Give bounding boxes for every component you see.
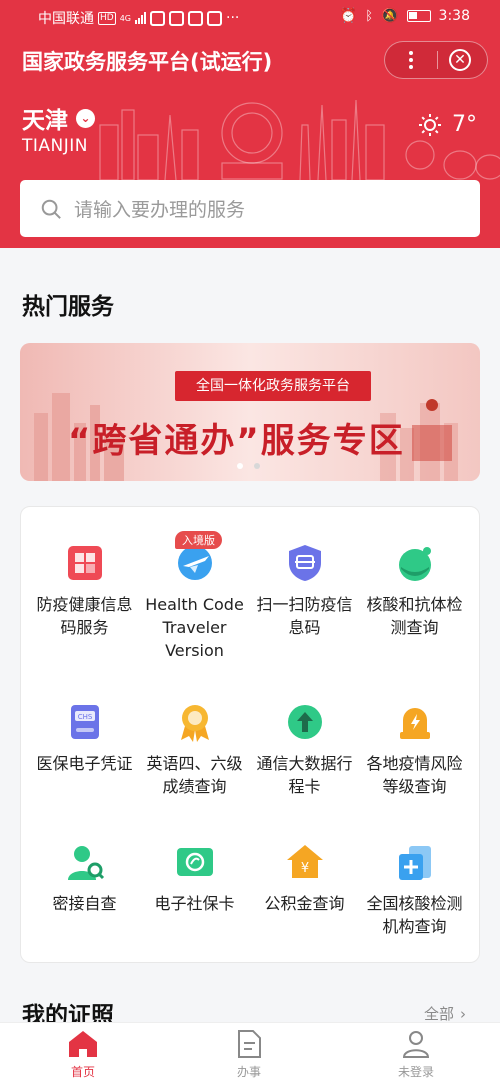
app-notification-icon (188, 10, 203, 26)
app-notification-icon (207, 10, 222, 26)
inbound-badge: 入境版 (175, 531, 222, 549)
carousel-dot (254, 463, 260, 469)
cross-province-banner[interactable]: 全国一体化政务服务平台 “跨省通办”服务专区 (20, 343, 480, 481)
search-placeholder: 请输入要办理的服务 (74, 199, 246, 221)
service-scan-code[interactable]: 扫一扫防疫信息码 (247, 543, 362, 639)
status-bar: 中国联通 HD 4G ··· ⏰ ᛒ 🔕 3:38 (0, 0, 500, 34)
app-notification-icon (169, 10, 184, 26)
banner-headline: “跨省通办”服务专区 (68, 421, 405, 461)
city-selector[interactable]: 天津 ⌄ (22, 101, 95, 135)
service-social-security-card[interactable]: 电子社保卡 (137, 842, 252, 915)
tab-home[interactable]: 首页 (43, 1029, 123, 1080)
tab-label: 首页 (70, 1065, 95, 1079)
medal-icon (175, 702, 215, 742)
service-label: 各地疫情风险等级查询 (366, 754, 463, 796)
svg-text:CHS: CHS (77, 713, 92, 721)
service-medical-insurance[interactable]: CHS 医保电子凭证 (27, 702, 142, 775)
search-icon (41, 199, 61, 219)
service-test-agencies[interactable]: 全国核酸检测机构查询 (357, 842, 472, 938)
tab-label: 办事 (236, 1065, 261, 1079)
signal-icon (135, 12, 146, 24)
carrier-name: 中国联通 (38, 11, 94, 27)
view-all-label: 全部 (424, 1005, 455, 1023)
weather: 7° (418, 112, 477, 137)
battery-icon (406, 10, 431, 22)
contact-person-icon (65, 842, 105, 882)
service-health-code[interactable]: 防疫健康信息码服务 (27, 543, 142, 639)
airplane-icon (175, 543, 215, 583)
housing-fund-icon: ¥ (285, 842, 325, 882)
warning-light-icon (395, 702, 435, 742)
carousel-dots (237, 463, 260, 469)
mute-icon: 🔕 (381, 8, 399, 24)
service-label: Health Code Traveler Version (145, 595, 244, 660)
service-cet-score[interactable]: 英语四、六级成绩查询 (137, 702, 252, 798)
network-type: 4G (119, 13, 131, 23)
more-menu-button[interactable] (385, 42, 437, 78)
alarm-icon: ⏰ (339, 8, 358, 24)
service-label: 医保电子凭证 (36, 754, 133, 773)
tab-label: 未登录 (397, 1065, 434, 1079)
tab-profile[interactable]: 未登录 (376, 1029, 456, 1080)
capsule-divider (437, 51, 438, 69)
service-label: 防疫健康信息码服务 (36, 595, 133, 637)
service-label: 全国核酸检测机构查询 (366, 894, 463, 936)
service-close-contact[interactable]: 密接自查 (27, 842, 142, 915)
hd-badge: HD (98, 11, 116, 25)
tab-services[interactable]: 办事 (209, 1029, 289, 1080)
scan-shield-icon (285, 543, 325, 583)
upload-arrow-icon (285, 702, 325, 742)
search-box[interactable]: 请输入要办理的服务 (20, 180, 480, 237)
banner-tag: 全国一体化政务服务平台 (175, 371, 371, 401)
city-name: 天津 (22, 108, 68, 134)
carousel-dot-active (237, 463, 243, 469)
service-travel-card[interactable]: 通信大数据行程卡 (247, 702, 362, 798)
close-button[interactable]: ✕ (449, 49, 471, 71)
svg-text:¥: ¥ (300, 861, 308, 876)
city-name-english: TIANJIN (22, 136, 88, 156)
app-title: 国家政务服务平台(试运行) (22, 50, 273, 74)
bluetooth-icon: ᛒ (365, 8, 374, 24)
service-label: 电子社保卡 (154, 894, 235, 913)
mini-program-capsule: ✕ (384, 41, 488, 79)
health-code-icon (65, 543, 105, 583)
medical-building-icon (395, 842, 435, 882)
service-label: 通信大数据行程卡 (256, 754, 353, 796)
chevron-right-icon: › (460, 1004, 467, 1023)
service-label: 密接自查 (52, 894, 117, 913)
service-housing-fund[interactable]: ¥ 公积金查询 (247, 842, 362, 915)
service-label: 公积金查询 (264, 894, 345, 913)
service-label: 扫一扫防疫信息码 (256, 595, 353, 637)
view-all-link[interactable]: 全部 › (424, 1003, 466, 1024)
service-health-code-traveler[interactable]: Health Code Traveler Version (137, 543, 252, 662)
hot-services-title: 热门服务 (22, 294, 114, 320)
service-nucleic-test[interactable]: 核酸和抗体检测查询 (357, 543, 472, 639)
user-icon (402, 1031, 430, 1058)
sun-icon (419, 113, 441, 136)
more-notifications-icon: ··· (226, 10, 240, 26)
service-risk-level[interactable]: 各地疫情风险等级查询 (357, 702, 472, 798)
test-tube-icon (395, 543, 435, 583)
app-notification-icon (150, 10, 165, 26)
clock-time: 3:38 (438, 8, 470, 24)
bottom-tab-bar: 首页 办事 未登录 (0, 1022, 500, 1083)
service-label: 英语四、六级成绩查询 (146, 754, 243, 796)
document-icon (238, 1030, 261, 1058)
medical-insurance-icon: CHS (65, 702, 105, 742)
home-icon (69, 1031, 97, 1057)
temperature: 7° (452, 112, 477, 137)
header: 中国联通 HD 4G ··· ⏰ ᛒ 🔕 3:38 国家政务服务平台(试运行) … (0, 0, 500, 248)
service-label: 核酸和抗体检测查询 (366, 595, 463, 637)
social-card-icon (175, 842, 215, 882)
chevron-down-icon: ⌄ (76, 108, 95, 128)
